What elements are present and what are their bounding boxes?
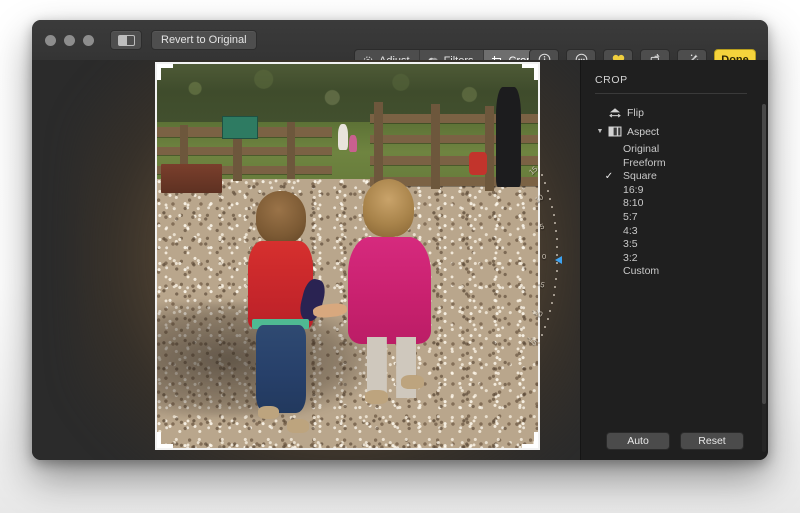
crop-handle-bottom-right[interactable] <box>534 432 538 448</box>
aspect-option-5-7[interactable]: 5:7 <box>581 210 768 224</box>
photo-fence-post <box>485 106 494 190</box>
sidebar-item-flip[interactable]: Flip <box>581 106 768 121</box>
sidebar-toggle-icon <box>118 35 135 46</box>
photo-child-boy-jeans <box>256 325 306 413</box>
desktop-background: Revert to Original Adjust Filters <box>0 0 800 513</box>
aspect-option-label: Square <box>623 170 657 182</box>
photo-child-boy-shoe <box>258 406 279 419</box>
sidebar-item-aspect-label: Aspect <box>625 126 659 138</box>
chevron-down-icon[interactable]: ▼ <box>595 128 605 135</box>
aspect-option-label: 3:5 <box>623 238 638 250</box>
revert-to-original-button[interactable]: Revert to Original <box>151 30 257 50</box>
rotation-indicator <box>555 256 562 264</box>
aspect-option-list: Original Freeform ✓ Square 16:9 <box>581 142 768 278</box>
photo-information-sign <box>222 116 258 139</box>
auto-button[interactable]: Auto <box>606 432 670 450</box>
photo-child-girl-dress <box>348 237 432 345</box>
crop-sidebar: CROP Flip <box>580 60 768 460</box>
dial-label: -15 <box>525 334 539 348</box>
aspect-option-custom[interactable]: Custom <box>581 265 768 279</box>
dial-label-zero: 0 <box>542 252 546 261</box>
aspect-option-label: 5:7 <box>623 211 638 223</box>
crop-handle-bottom-left[interactable] <box>157 432 161 448</box>
crop-handle-top-left[interactable] <box>157 64 161 80</box>
sidebar-toggle-button[interactable] <box>110 30 142 50</box>
photo-fence-post <box>431 104 440 188</box>
photo-child-girl-shoe <box>365 390 388 404</box>
aspect-icon <box>605 126 625 137</box>
photo-distant-person <box>338 124 348 151</box>
photo-child-boy-head <box>256 191 306 245</box>
aspect-option-8-10[interactable]: 8:10 <box>581 197 768 211</box>
aspect-option-freeform[interactable]: Freeform <box>581 156 768 170</box>
aspect-option-original[interactable]: Original <box>581 142 768 156</box>
photo-distant-child <box>349 135 357 152</box>
aspect-option-label: Custom <box>623 265 659 277</box>
crop-frame[interactable] <box>155 62 540 450</box>
flip-icon <box>605 107 625 119</box>
aspect-option-label: Freeform <box>623 157 666 169</box>
photo-fence-post <box>374 102 383 190</box>
close-button[interactable] <box>45 35 56 46</box>
photo-child-girl-head <box>363 179 414 237</box>
photo-adult-figure <box>496 87 521 187</box>
crop-options-list: Flip ▼ Aspect <box>581 100 768 278</box>
editor-content: 15 10 5 0 -5 -10 -15 <box>32 60 768 460</box>
aspect-option-label: Original <box>623 143 659 155</box>
aspect-option-label: 16:9 <box>623 184 643 196</box>
dial-label: 5 <box>539 222 545 232</box>
photo-child-girl-shoe <box>401 375 424 389</box>
window-toolbar: Revert to Original Adjust Filters <box>32 20 768 61</box>
dial-label: -10 <box>530 306 544 319</box>
reset-button[interactable]: Reset <box>680 432 744 450</box>
traffic-light-group <box>45 35 94 46</box>
checkmark-icon: ✓ <box>595 171 623 182</box>
aspect-option-16-9[interactable]: 16:9 <box>581 183 768 197</box>
sidebar-divider <box>595 93 747 94</box>
photo-child-boy-shoe <box>287 419 309 433</box>
aspect-option-4-3[interactable]: 4:3 <box>581 224 768 238</box>
minimize-button[interactable] <box>64 35 75 46</box>
image-canvas-stage[interactable]: 15 10 5 0 -5 -10 -15 <box>32 60 580 460</box>
aspect-option-3-2[interactable]: 3:2 <box>581 251 768 265</box>
photos-editor-window: Revert to Original Adjust Filters <box>32 20 768 460</box>
crop-handle-top-right[interactable] <box>534 64 538 80</box>
sidebar-title: CROP <box>595 74 628 86</box>
photo-child-girl-tights <box>367 337 417 398</box>
sidebar-action-buttons: Auto Reset <box>581 432 768 450</box>
aspect-option-label: 8:10 <box>623 197 643 209</box>
aspect-option-label: 4:3 <box>623 225 638 237</box>
aspect-option-label: 3:2 <box>623 252 638 264</box>
rotation-dial[interactable]: 15 10 5 0 -5 -10 -15 <box>528 168 576 354</box>
photo-fence-post <box>287 122 295 180</box>
dial-label: -5 <box>537 279 546 289</box>
photo-image <box>157 64 538 448</box>
photo-bench <box>161 164 222 193</box>
sidebar-item-aspect[interactable]: ▼ Aspect <box>581 125 768 140</box>
dial-label: 10 <box>533 193 545 205</box>
photo-stroller <box>469 152 486 175</box>
zoom-button[interactable] <box>83 35 94 46</box>
aspect-option-square[interactable]: ✓ Square <box>581 169 768 183</box>
sidebar-item-flip-label: Flip <box>625 107 644 119</box>
sidebar-scrollbar-thumb[interactable] <box>762 104 766 404</box>
aspect-option-3-5[interactable]: 3:5 <box>581 237 768 251</box>
